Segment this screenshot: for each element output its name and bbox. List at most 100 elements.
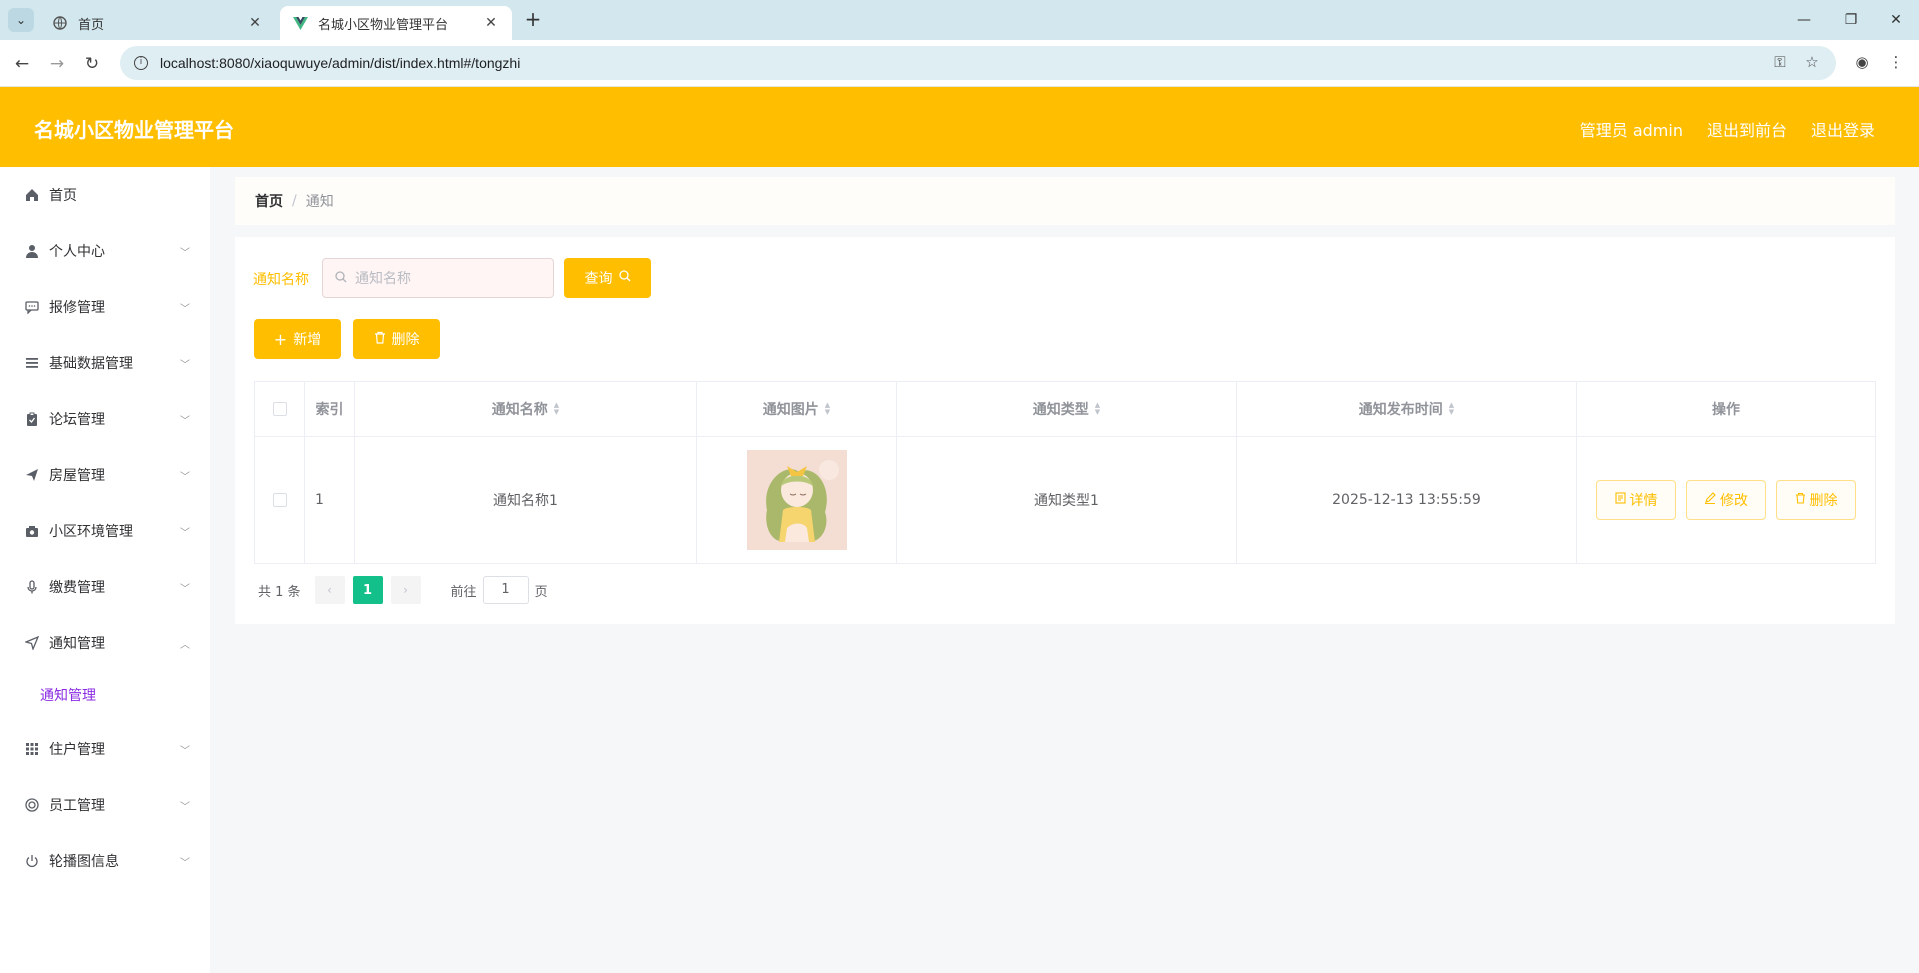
sidebar-item-notice[interactable]: 通知管理 ︿ [0, 623, 210, 663]
clipboard-icon [24, 411, 40, 427]
row-checkbox[interactable] [272, 493, 287, 507]
sidebar-item-label: 个人中心 [49, 244, 105, 260]
goto-label: 前往 [450, 584, 477, 600]
vue-logo-icon [292, 15, 308, 31]
sort-icon[interactable]: ▲ ▼ [1095, 402, 1100, 416]
sort-icon[interactable]: ▲ ▼ [1449, 402, 1454, 416]
add-label: 新增 [293, 332, 322, 348]
page-number[interactable]: 1 [352, 576, 383, 604]
sort-icon[interactable]: ▲ ▼ [825, 402, 830, 416]
reload-button[interactable]: ↻ [78, 50, 106, 78]
profile-icon[interactable]: ◉ [1848, 48, 1876, 76]
notice-thumbnail[interactable] [746, 450, 847, 550]
row-select[interactable] [255, 437, 305, 563]
sidebar-item-residents[interactable]: 住户管理 ﹀ [0, 729, 210, 769]
sidebar-item-home[interactable]: 首页 [0, 175, 210, 215]
goto-page-input[interactable]: 1 [482, 576, 529, 604]
sidebar-item-carousel[interactable]: 轮播图信息 ﹀ [0, 841, 210, 881]
select-all-checkbox[interactable] [272, 402, 287, 416]
sidebar-item-label: 房屋管理 [49, 468, 105, 484]
search-field[interactable] [322, 258, 554, 298]
chevron-down-icon: ﹀ [180, 801, 190, 813]
close-icon[interactable]: ✕ [246, 15, 264, 31]
sidebar-item-repair[interactable]: 报修管理 ﹀ [0, 287, 210, 327]
browser-tab-home[interactable]: 首页 ✕ [40, 6, 276, 40]
user-icon [24, 243, 40, 259]
forward-button[interactable]: → [43, 50, 71, 78]
sidebar-item-label: 员工管理 [49, 798, 105, 814]
cell-time: 2025-12-13 13:55:59 [1237, 437, 1577, 563]
cell-name: 通知名称1 [355, 437, 697, 563]
search-input[interactable] [355, 270, 535, 286]
header-label: 通知图片 [762, 402, 819, 418]
sidebar: 首页 个人中心 ﹀ 报修管理 ﹀ 基础数据管理 ﹀ 论坛管理 ﹀ 房屋管理 ﹀ … [0, 167, 210, 973]
sidebar-item-environment[interactable]: 小区环境管理 ﹀ [0, 511, 210, 551]
header-select-all[interactable] [255, 382, 305, 437]
cell-ops: 详情 修改 删除 [1577, 437, 1875, 563]
home-icon [24, 187, 40, 203]
restore-button[interactable]: ❐ [1831, 6, 1871, 34]
sidebar-item-staff[interactable]: 员工管理 ﹀ [0, 785, 210, 825]
edit-button[interactable]: 修改 [1686, 480, 1766, 520]
column-header-image[interactable]: 通知图片 ▲ ▼ [697, 382, 897, 437]
column-header-name[interactable]: 通知名称 ▲ ▼ [355, 382, 697, 437]
batch-delete-button[interactable]: 删除 [353, 319, 440, 359]
search-label: 通知名称 [253, 272, 309, 288]
bookmark-star-icon[interactable]: ☆ [1798, 48, 1826, 76]
sidebar-item-base-data[interactable]: 基础数据管理 ﹀ [0, 343, 210, 383]
address-bar[interactable]: i localhost:8080/xiaoquwuye/admin/dist/i… [120, 46, 1836, 80]
chevron-down-icon: ﹀ [180, 247, 190, 259]
sidebar-item-label: 基础数据管理 [49, 356, 133, 372]
query-button[interactable]: 查询 [564, 258, 651, 298]
password-key-icon[interactable]: ⚿ [1766, 48, 1794, 76]
chevron-down-icon: ﹀ [180, 527, 190, 539]
plus-icon: + [273, 329, 288, 349]
breadcrumb-home[interactable]: 首页 [255, 191, 283, 211]
document-icon [1614, 492, 1626, 508]
submenu-item-notice[interactable]: 通知管理 [0, 675, 210, 715]
search-icon [618, 270, 631, 286]
column-header-index: 索引 [305, 382, 355, 437]
edit-icon [1704, 492, 1716, 508]
chat-icon [24, 299, 40, 315]
tab-list-button[interactable]: ⌄ [8, 8, 34, 32]
delete-label: 删除 [391, 332, 420, 348]
window-close-button[interactable]: ✕ [1876, 6, 1916, 34]
chevron-up-icon: ︿ [180, 639, 190, 651]
row-delete-label: 删除 [1809, 493, 1838, 509]
sidebar-item-forum[interactable]: 论坛管理 ﹀ [0, 399, 210, 439]
chevron-down-icon: ﹀ [180, 583, 190, 595]
sort-icon[interactable]: ▲ ▼ [554, 402, 559, 416]
site-info-icon[interactable]: i [134, 56, 148, 70]
detail-button[interactable]: 详情 [1596, 480, 1676, 520]
pagination-total: 共 1 条 [258, 584, 301, 600]
next-page-button[interactable]: › [390, 576, 421, 604]
close-icon[interactable]: ✕ [482, 15, 500, 31]
sidebar-item-profile[interactable]: 个人中心 ﹀ [0, 231, 210, 271]
breadcrumb-current: 通知 [305, 194, 334, 210]
app-header: 名城小区物业管理平台 管理员 admin 退出到前台 退出登录 [0, 87, 1919, 167]
minimize-button[interactable]: — [1784, 6, 1824, 34]
logout-link[interactable]: 退出登录 [1811, 117, 1875, 141]
sidebar-item-payment[interactable]: 缴费管理 ﹀ [0, 567, 210, 607]
add-button[interactable]: + 新增 [254, 319, 341, 359]
browser-tab-app[interactable]: 名城小区物业管理平台 ✕ [280, 6, 512, 40]
sidebar-item-house[interactable]: 房屋管理 ﹀ [0, 455, 210, 495]
current-user: 管理员 admin [1579, 121, 1683, 140]
back-button[interactable]: ← [8, 50, 36, 78]
more-menu-icon[interactable]: ⋮ [1882, 48, 1910, 76]
query-label: 查询 [584, 271, 613, 287]
detail-label: 详情 [1629, 493, 1658, 509]
prev-page-button[interactable]: ‹ [314, 576, 345, 604]
column-header-type[interactable]: 通知类型 ▲ ▼ [897, 382, 1237, 437]
menu-icon [24, 355, 40, 371]
content-panel: 通知名称 查询 + 新增 删除 索引 通知名称 ▲▼ 通知图片 ▲▼ 通知类型 ▲▼ … [235, 237, 1895, 624]
header-label: 通知类型 [1032, 402, 1089, 418]
grid-icon [24, 741, 40, 757]
row-delete-button[interactable]: 删除 [1776, 480, 1856, 520]
cell-index: 1 [305, 437, 355, 563]
column-header-time[interactable]: 通知发布时间 ▲ ▼ [1237, 382, 1577, 437]
microphone-icon [24, 579, 40, 595]
new-tab-button[interactable]: + [520, 8, 546, 32]
exit-to-front-link[interactable]: 退出到前台 [1707, 117, 1787, 141]
